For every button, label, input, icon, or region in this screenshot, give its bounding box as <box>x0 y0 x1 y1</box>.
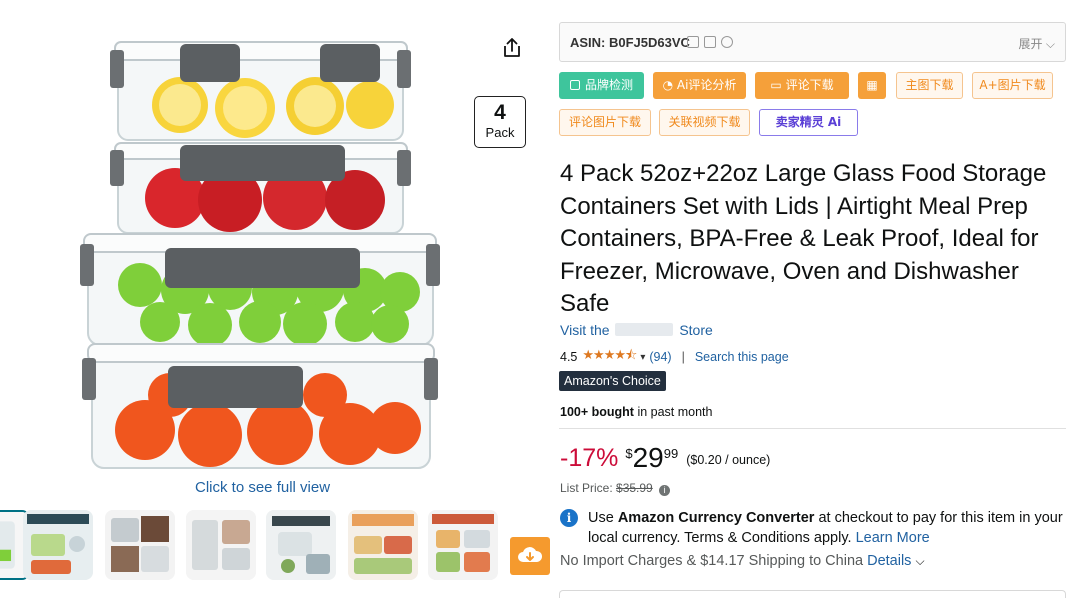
product-illustration <box>80 41 440 469</box>
shipping-details-link[interactable]: Details <box>867 553 911 569</box>
review-download-label: 评论下载 <box>785 78 834 92</box>
shipping-info: No Import Charges & $14.17 Shipping to C… <box>560 553 925 569</box>
divider <box>559 428 1066 429</box>
rating-value: 4.5 <box>560 350 578 364</box>
amazons-choice-badge[interactable]: Amazon's Choice <box>559 371 666 391</box>
unit-price: ($0.20 / ounce) <box>686 453 771 467</box>
thumb-2[interactable] <box>23 510 93 580</box>
list-price: List Price: $35.99 i <box>560 481 671 496</box>
thumb-3[interactable] <box>105 510 175 580</box>
thumb-4[interactable] <box>186 510 256 580</box>
thumb-5[interactable] <box>266 510 336 580</box>
square-icon <box>569 80 580 90</box>
bought-count-rest: in past month <box>633 405 713 419</box>
expand-label: 展开 <box>1018 37 1043 51</box>
chevron-down-icon: ⌵ <box>1042 37 1055 51</box>
asin-bar: ASIN: B0FJ5D63VC 展开 ⌵ <box>559 22 1066 62</box>
ai-review-button[interactable]: ◔ Ai评论分析 <box>653 72 746 99</box>
chat-icon: ▭ <box>770 78 786 92</box>
asin-label: ASIN: B0FJ5D63VC <box>570 35 690 50</box>
pack-count-badge: 4 Pack <box>474 96 526 148</box>
product-title: 4 Pack 52oz+22oz Large Glass Food Storag… <box>560 160 1047 317</box>
aplus-download-button[interactable]: A+图片下载 <box>972 72 1053 99</box>
store-name-redacted <box>615 323 674 336</box>
list-price-value: $35.99 <box>616 481 653 495</box>
learn-more-link[interactable]: Learn More <box>856 530 930 546</box>
price-symbol: $ <box>625 446 633 461</box>
thumb-6[interactable] <box>348 510 418 580</box>
bought-count: 100+ bought in past month <box>560 405 712 419</box>
brand-check-button[interactable]: 品牌检测 <box>559 72 644 99</box>
expand-toggle[interactable]: 展开 ⌵ <box>1019 35 1055 52</box>
currency-converter-name: Amazon Currency Converter <box>617 510 815 526</box>
currency-note-pre: Use <box>588 510 618 526</box>
copy-icon[interactable] <box>687 36 699 48</box>
price-fraction: 99 <box>663 446 679 461</box>
calculator-icon[interactable]: ▦ <box>858 72 886 99</box>
pack-count-label: Pack <box>485 125 515 140</box>
full-view-link[interactable]: Click to see full view <box>195 479 330 496</box>
discount-percent: -17% <box>560 444 619 472</box>
thumb-7[interactable] <box>428 510 498 580</box>
price-whole: 29 <box>632 442 664 473</box>
rating-count-link[interactable]: (94) <box>649 350 671 364</box>
ai-review-label: Ai评论分析 <box>676 78 737 92</box>
review-image-download-button[interactable]: 评论图片下载 <box>559 109 651 136</box>
brand-check-label: 品牌检测 <box>584 78 633 92</box>
tag-icon[interactable] <box>704 36 716 48</box>
related-video-download-button[interactable]: 关联视频下载 <box>659 109 750 136</box>
chevron-down-icon[interactable]: ⌵ <box>915 554 924 568</box>
pie-icon: ◔ <box>662 78 677 92</box>
search-page-link[interactable]: Search this page <box>695 350 789 364</box>
currency-converter-note: i Use Amazon Currency Converter at check… <box>560 508 1065 548</box>
star-rating-icon[interactable]: ★★★★⯪ <box>582 346 637 368</box>
info-icon[interactable]: i <box>659 485 671 496</box>
pin-icon[interactable] <box>721 36 733 48</box>
main-image-download-button[interactable]: 主图下载 <box>896 72 963 99</box>
store-link[interactable]: Visit the Store <box>560 322 713 338</box>
seller-ai-button[interactable]: 卖家精灵 Ai <box>759 109 858 136</box>
bought-count-bold: 100+ bought <box>560 405 634 419</box>
info-icon: i <box>560 509 578 527</box>
price-row: -17% $ 29 99 ($0.20 / ounce) <box>560 441 770 479</box>
review-download-button[interactable]: ▭ 评论下载 <box>755 72 849 99</box>
list-price-label: List Price: <box>560 481 613 495</box>
chevron-down-icon[interactable]: ▾ <box>640 352 645 363</box>
price: $ 29 99 <box>625 441 678 475</box>
thumbnail-strip <box>0 510 510 582</box>
store-prefix: Visit the <box>560 322 610 338</box>
store-suffix: Store <box>679 322 713 338</box>
cloud-download-icon[interactable] <box>510 537 550 575</box>
shipping-text: No Import Charges & $14.17 Shipping to C… <box>560 553 868 569</box>
pack-count-number: 4 <box>494 101 506 124</box>
share-icon[interactable] <box>500 36 524 60</box>
main-product-image[interactable] <box>70 30 450 480</box>
rating-row: 4.5 ★★★★⯪ ▾ (94) | Search this page <box>560 346 789 368</box>
buy-box-edge <box>559 590 1066 598</box>
rating-separator: | <box>681 350 685 364</box>
